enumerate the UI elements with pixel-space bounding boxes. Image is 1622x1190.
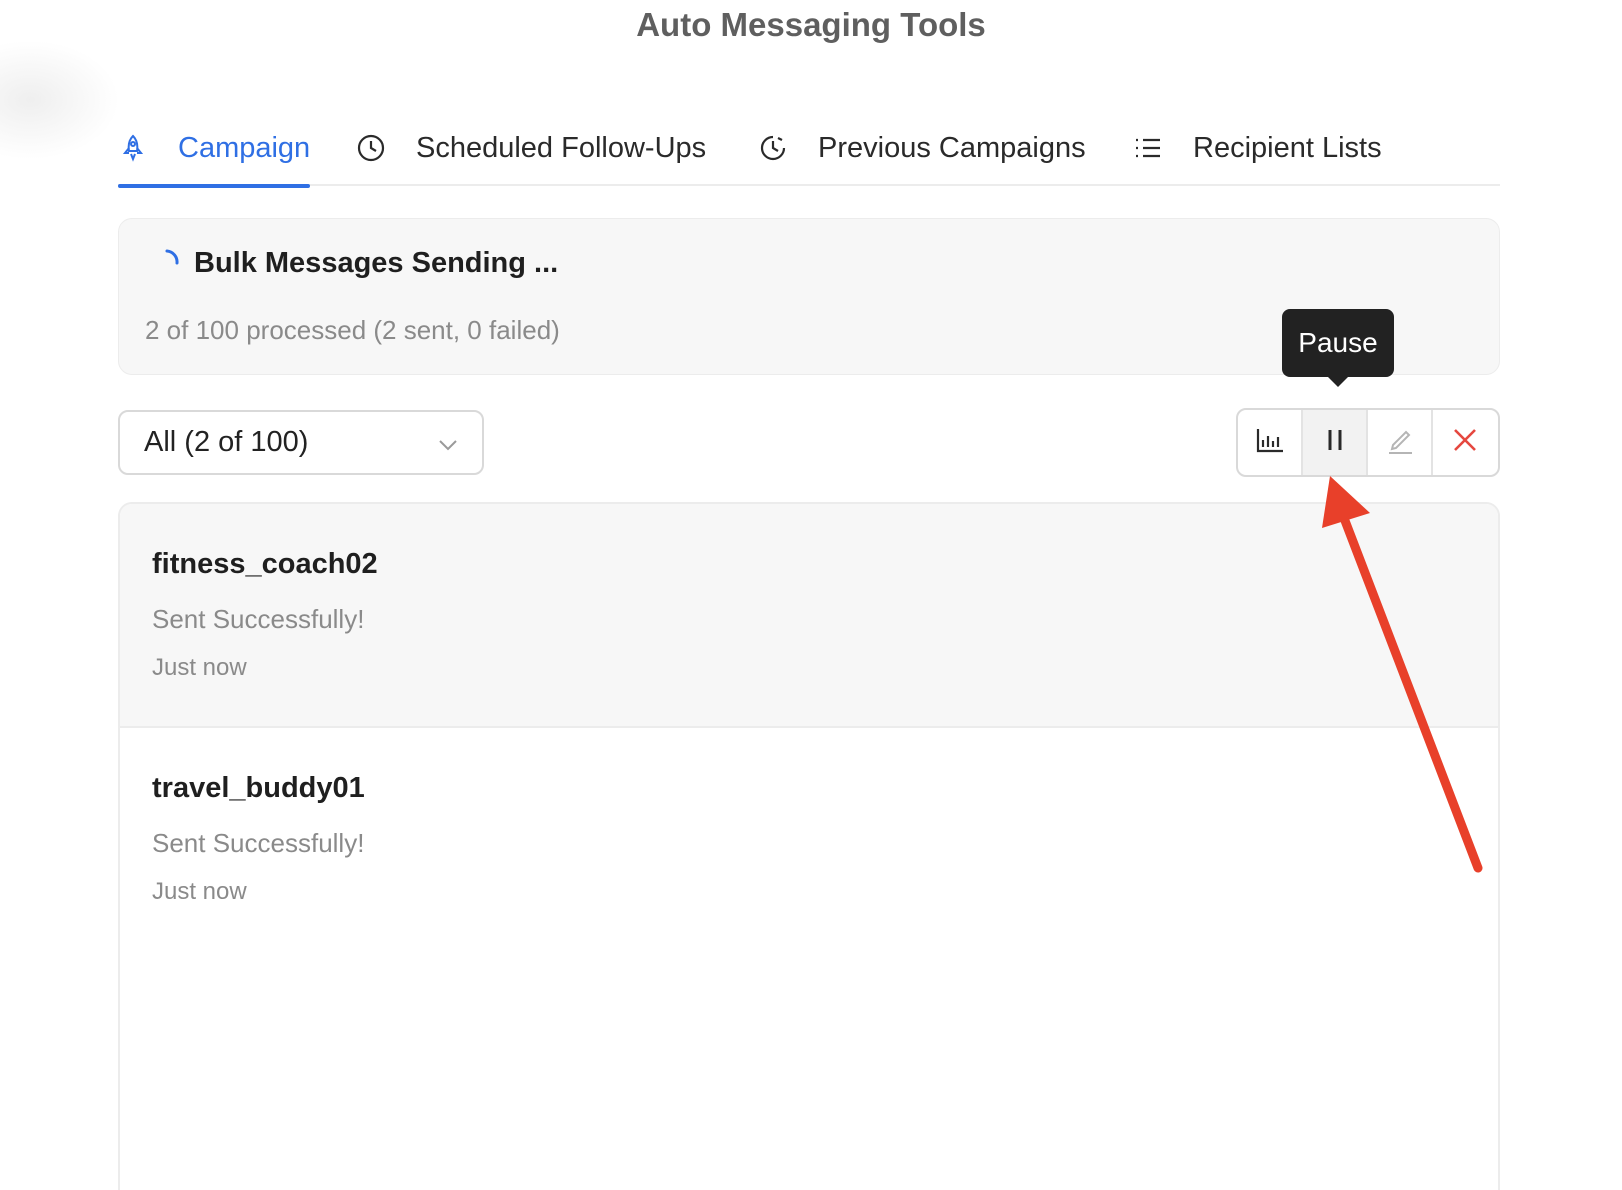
background-blur xyxy=(0,40,120,160)
page-title: Auto Messaging Tools xyxy=(636,6,986,43)
message-list: fitness_coach02 Sent Successfully! Just … xyxy=(118,502,1500,1190)
history-icon xyxy=(758,133,788,163)
pause-tooltip: Pause xyxy=(1282,309,1394,387)
tab-label: Previous Campaigns xyxy=(818,131,1086,164)
tab-label: Scheduled Follow-Ups xyxy=(416,131,707,164)
edit-icon xyxy=(1385,425,1415,460)
tab-campaign[interactable]: Campaign xyxy=(118,110,311,188)
message-status: Sent Successfully! xyxy=(152,828,365,858)
close-icon xyxy=(1450,425,1480,460)
recipient-name: travel_buddy01 xyxy=(152,772,365,804)
rocket-icon xyxy=(118,133,148,163)
clock-icon xyxy=(356,133,386,163)
tab-previous-campaigns[interactable]: Previous Campaigns xyxy=(758,110,1086,186)
stats-button[interactable] xyxy=(1238,410,1303,475)
list-item[interactable]: travel_buddy01 Sent Successfully! Just n… xyxy=(120,728,1498,952)
recipient-name: fitness_coach02 xyxy=(152,548,378,580)
edit-button[interactable] xyxy=(1368,410,1433,475)
tab-scheduled-follow-ups[interactable]: Scheduled Follow-Ups xyxy=(356,110,706,186)
chevron-down-icon xyxy=(436,432,460,456)
tab-recipient-lists[interactable]: Recipient Lists xyxy=(1133,110,1382,186)
message-status: Sent Successfully! xyxy=(152,604,365,634)
loading-spinner-icon xyxy=(153,247,183,277)
pause-button[interactable] xyxy=(1303,410,1368,475)
list-icon xyxy=(1133,133,1163,163)
filter-selected-value: All (2 of 100) xyxy=(144,426,309,458)
campaign-actions xyxy=(1236,408,1500,477)
status-title: Bulk Messages Sending ... xyxy=(194,247,559,279)
progress-summary: 2 of 100 processed (2 sent, 0 failed) xyxy=(145,315,560,345)
pause-icon xyxy=(1320,425,1350,460)
message-time: Just now xyxy=(152,654,247,681)
bar-chart-icon xyxy=(1255,425,1285,460)
list-item[interactable]: fitness_coach02 Sent Successfully! Just … xyxy=(120,504,1498,728)
message-time: Just now xyxy=(152,878,247,905)
recipient-filter-select[interactable]: All (2 of 100) xyxy=(118,410,484,475)
tab-bar: Campaign Scheduled Follow-Ups Previous C… xyxy=(118,110,1500,188)
cancel-button[interactable] xyxy=(1433,410,1498,475)
tab-label: Recipient Lists xyxy=(1193,131,1382,164)
tab-label: Campaign xyxy=(178,131,311,164)
